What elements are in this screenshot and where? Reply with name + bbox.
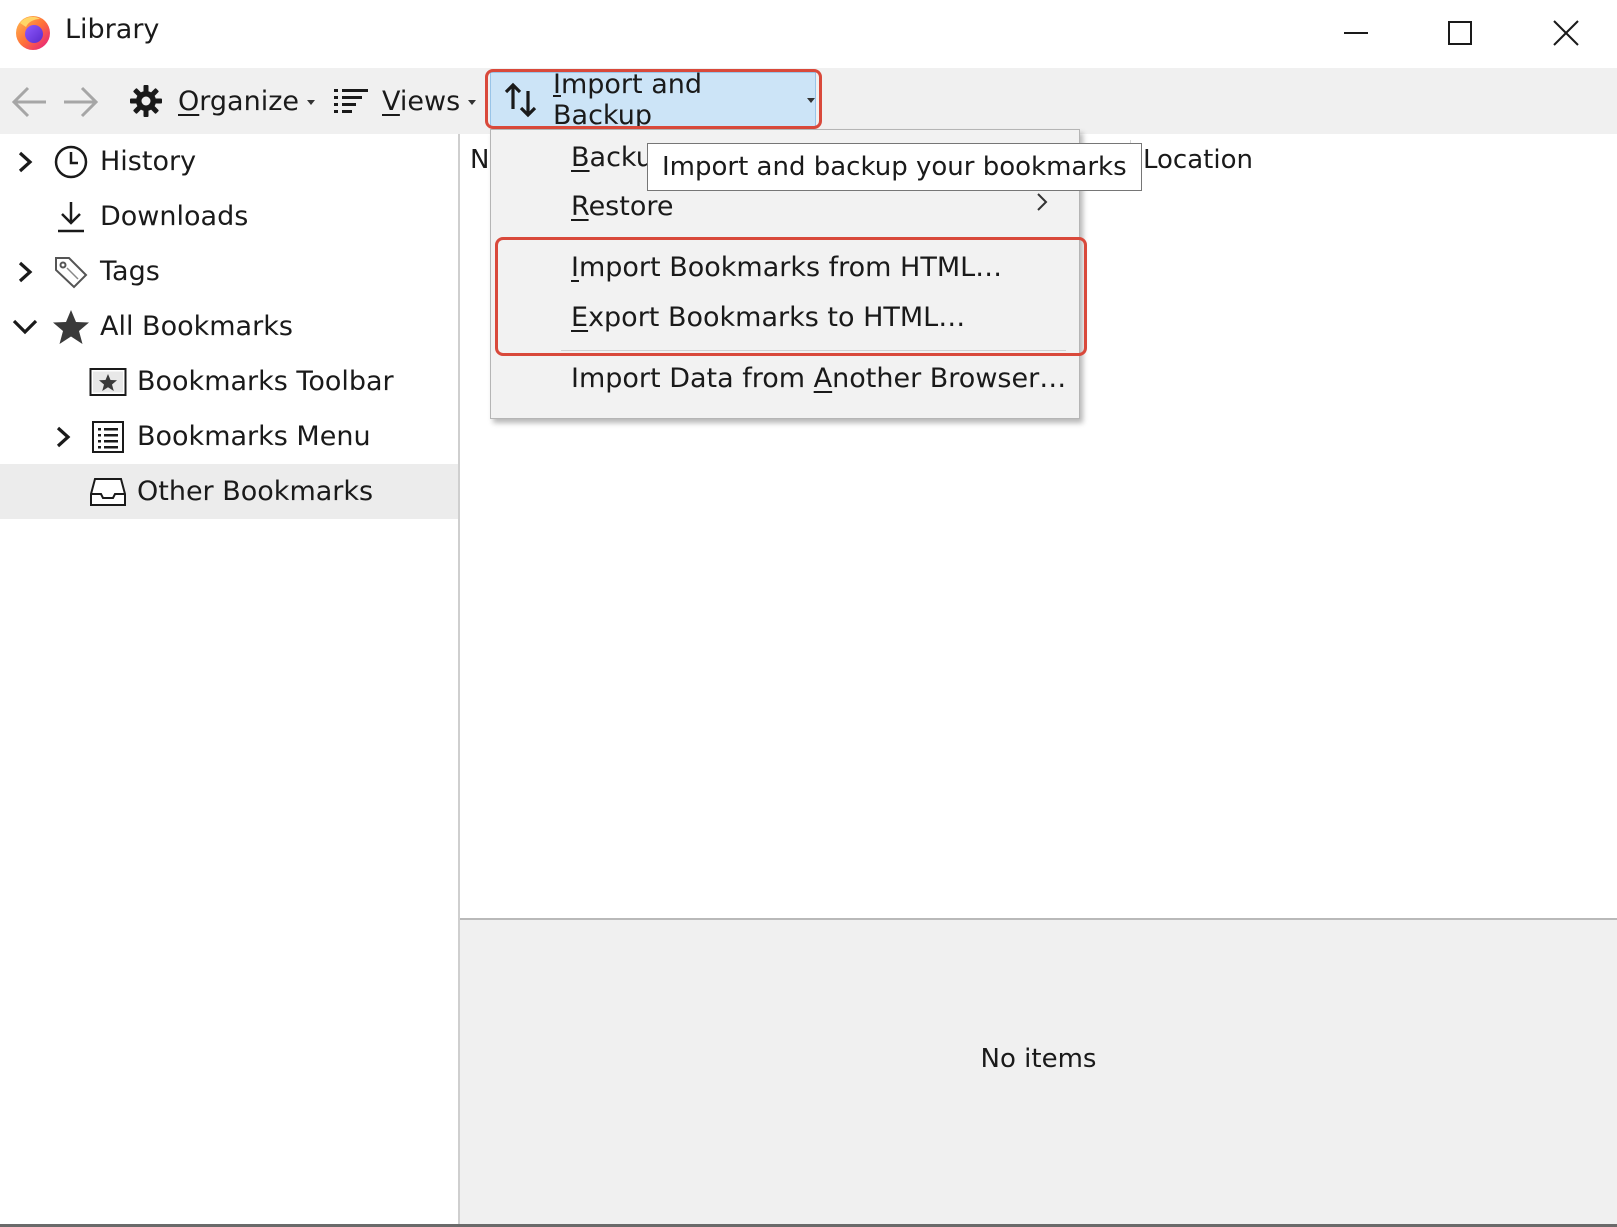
sidebar-item-history[interactable]: History: [0, 134, 458, 189]
minimize-icon: [1344, 32, 1368, 34]
sidebar-item-bookmarks-menu[interactable]: Bookmarks Menu: [0, 409, 458, 464]
sidebar-item-label: Tags: [100, 256, 160, 287]
close-window-button[interactable]: [1516, 4, 1616, 62]
chevron-right-icon[interactable]: [12, 149, 38, 175]
dropdown-caret-icon: [468, 99, 477, 105]
submenu-arrow-icon: [1037, 193, 1048, 211]
organize-menu-button[interactable]: Organize: [128, 68, 315, 134]
chevron-down-icon[interactable]: [12, 314, 38, 340]
maximize-icon: [1448, 21, 1472, 45]
menu-item-restore[interactable]: Restore: [571, 191, 673, 222]
sidebar-item-label: Bookmarks Menu: [137, 421, 371, 452]
gear-icon: [128, 83, 164, 119]
tag-icon: [52, 253, 90, 291]
sidebar-item-all-bookmarks[interactable]: All Bookmarks: [0, 299, 458, 354]
organize-label: Organize: [178, 85, 299, 117]
column-header-label: N: [470, 145, 490, 175]
close-icon: [1553, 20, 1579, 46]
minimize-button[interactable]: [1306, 4, 1406, 62]
sidebar-item-label: All Bookmarks: [100, 311, 293, 342]
menu-items-highlight: [495, 237, 1087, 356]
dropdown-caret-icon: [306, 99, 315, 105]
tooltip: Import and backup your bookmarks: [647, 143, 1142, 191]
download-icon: [52, 198, 90, 236]
menu-item-import-another-browser[interactable]: Import Data from Another Browser…: [571, 363, 1066, 394]
bookmarks-toolbar-icon: [89, 363, 127, 401]
maximize-button[interactable]: [1410, 4, 1510, 62]
sidebar-item-bookmarks-toolbar[interactable]: Bookmarks Toolbar: [0, 354, 458, 409]
sidebar-item-downloads[interactable]: Downloads: [0, 189, 458, 244]
title-bar: Library: [0, 0, 1617, 68]
sidebar-item-label: Bookmarks Toolbar: [137, 366, 394, 397]
menu-item-backup[interactable]: Backu: [571, 142, 653, 173]
import-button-highlight: [485, 69, 822, 129]
firefox-logo-icon: [16, 16, 50, 50]
window-title: Library: [65, 14, 160, 45]
back-arrow-icon[interactable]: [10, 82, 50, 122]
inbox-tray-icon: [89, 473, 127, 511]
sidebar-item-label: Downloads: [100, 201, 249, 232]
details-pane: No items: [460, 918, 1617, 1227]
sidebar-item-label: Other Bookmarks: [137, 476, 374, 507]
forward-arrow-icon[interactable]: [60, 82, 100, 122]
sidebar-item-tags[interactable]: Tags: [0, 244, 458, 299]
star-icon: [52, 308, 90, 346]
chevron-right-icon[interactable]: [50, 424, 76, 450]
chevron-right-icon[interactable]: [12, 259, 38, 285]
sidebar-item-label: History: [100, 146, 197, 177]
views-menu-button[interactable]: Views: [334, 68, 477, 134]
column-header-label: Location: [1143, 145, 1253, 175]
bookmarks-menu-icon: [89, 418, 127, 456]
views-label: Views: [382, 85, 461, 117]
clock-icon: [52, 143, 90, 181]
no-items-text: No items: [980, 1044, 1097, 1074]
column-header-location[interactable]: Location: [1143, 134, 1443, 186]
sidebar-tree: History Downloads Tags All Bookmarks Boo…: [0, 134, 460, 1227]
sidebar-item-other-bookmarks[interactable]: Other Bookmarks: [0, 464, 458, 519]
list-icon: [334, 88, 368, 114]
